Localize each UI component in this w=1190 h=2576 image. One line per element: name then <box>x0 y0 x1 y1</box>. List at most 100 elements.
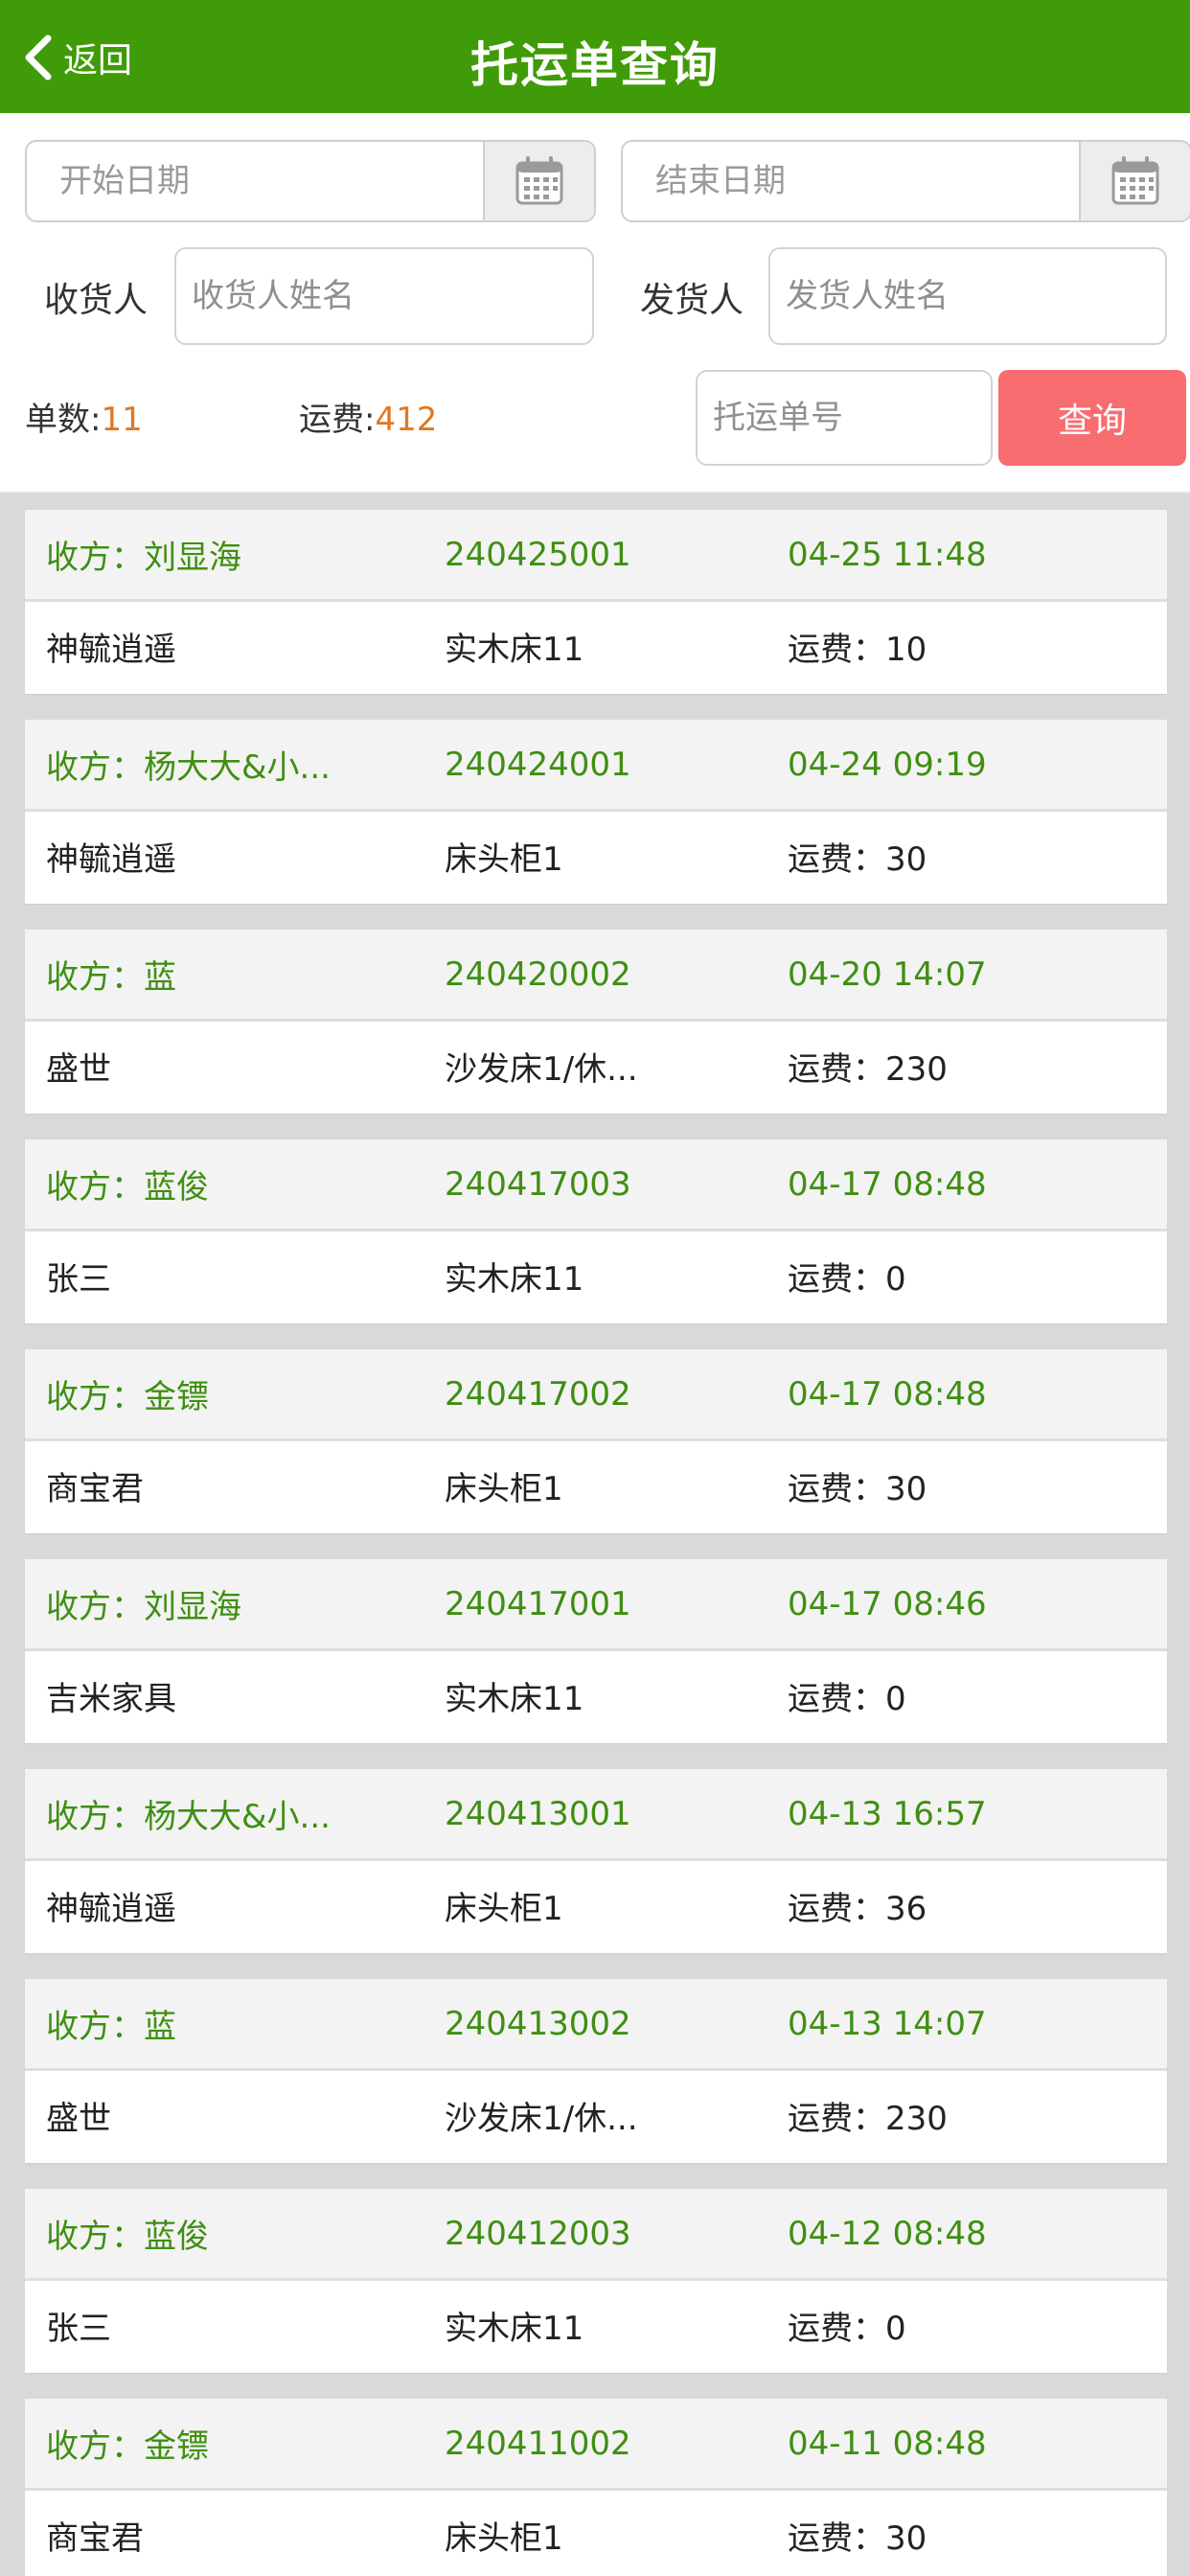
order-card[interactable]: 收方：金镖 240417002 04-17 08:48 商宝君 床头柜1 运费：30 <box>25 1349 1167 1533</box>
order-card[interactable]: 收方：刘显海 240425001 04-25 11:48 神毓逍遥 实木床11 运费：10 <box>25 510 1167 694</box>
order-list: 收方：刘显海 240425001 04-25 11:48 神毓逍遥 实木床11 运费：10… <box>25 510 1167 2576</box>
end-date-picker[interactable] <box>621 140 1190 222</box>
order-card-header: 收方：蓝俊 240412003 04-12 08:48 <box>25 2189 1167 2281</box>
order-card[interactable]: 收方：杨大大&小... 240424001 04-24 09:19 神毓逍遥 床头柜1 运… <box>25 720 1167 904</box>
sender-label: 发货人 <box>640 281 744 320</box>
filter-panel: 收货人 发货人 单数:11 运费:412 查询 <box>0 113 1190 494</box>
freight-fee: 运费：0 <box>788 1680 906 1718</box>
order-card-header: 收方：蓝 240413002 04-13 14:07 <box>25 1979 1167 2071</box>
start-date-input[interactable] <box>27 142 483 220</box>
order-card-header: 收方：刘显海 240425001 04-25 11:48 <box>25 510 1167 602</box>
order-card-body: 张三 实木床11 运费：0 <box>25 1231 1167 1321</box>
page-title: 托运单查询 <box>470 37 720 93</box>
order-number: 240412003 <box>445 2214 631 2253</box>
order-number: 240424001 <box>445 745 631 784</box>
receiver-name: 收方：金镖 <box>46 1378 209 1416</box>
order-card-body: 盛世 沙发床1/休... 运费：230 <box>25 2071 1167 2160</box>
order-time: 04-17 08:48 <box>788 1374 987 1414</box>
sender-name: 张三 <box>46 2310 111 2348</box>
receiver-name: 收方：蓝 <box>46 958 176 997</box>
receiver-name: 收方：蓝俊 <box>46 1168 209 1207</box>
freight-fee: 运费：30 <box>788 2519 927 2558</box>
order-number: 240417002 <box>445 1374 631 1414</box>
receiver-name-input[interactable] <box>174 247 594 345</box>
order-card[interactable]: 收方：蓝俊 240417003 04-17 08:48 张三 实木床11 运费：0 <box>25 1139 1167 1323</box>
order-card[interactable]: 收方：蓝 240420002 04-20 14:07 盛世 沙发床1/休... 运费：23… <box>25 930 1167 1114</box>
order-card-body: 盛世 沙发床1/休... 运费：230 <box>25 1022 1167 1111</box>
sender-name: 吉米家具 <box>46 1680 176 1718</box>
order-number: 240425001 <box>445 535 631 574</box>
order-number: 240413001 <box>445 1794 631 1833</box>
order-card-header: 收方：蓝俊 240417003 04-17 08:48 <box>25 1139 1167 1231</box>
order-number: 240411002 <box>445 2424 631 2463</box>
receiver-name: 收方：杨大大&小... <box>46 1798 331 1836</box>
order-time: 04-25 11:48 <box>788 535 987 574</box>
order-count-value: 11 <box>101 401 143 439</box>
sender-name: 神毓逍遥 <box>46 840 176 879</box>
receiver-label: 收货人 <box>44 281 149 320</box>
freight-fee: 运费：30 <box>788 1470 927 1508</box>
order-card-body: 神毓逍遥 床头柜1 运费：36 <box>25 1861 1167 1950</box>
order-time: 04-20 14:07 <box>788 954 987 994</box>
receiver-name: 收方：金镖 <box>46 2427 209 2466</box>
order-time: 04-17 08:46 <box>788 1584 987 1623</box>
order-card-header: 收方：刘显海 240417001 04-17 08:46 <box>25 1559 1167 1651</box>
total-fee-stat: 运费:412 <box>299 393 437 440</box>
order-count-stat: 单数:11 <box>25 393 143 440</box>
order-time: 04-13 16:57 <box>788 1794 987 1833</box>
order-card[interactable]: 收方：杨大大&小... 240413001 04-13 16:57 神毓逍遥 床头柜1 运… <box>25 1769 1167 1953</box>
order-card-header: 收方：蓝 240420002 04-20 14:07 <box>25 930 1167 1022</box>
order-number: 240417003 <box>445 1164 631 1204</box>
order-card-header: 收方：杨大大&小... 240413001 04-13 16:57 <box>25 1769 1167 1861</box>
sender-name: 商宝君 <box>46 1470 144 1508</box>
end-date-input[interactable] <box>623 142 1079 220</box>
order-time: 04-11 08:48 <box>788 2424 987 2463</box>
freight-fee: 运费：30 <box>788 840 927 879</box>
order-count-label: 单数: <box>25 401 102 439</box>
order-card-body: 神毓逍遥 床头柜1 运费：30 <box>25 812 1167 901</box>
order-card-header: 收方：杨大大&小... 240424001 04-24 09:19 <box>25 720 1167 812</box>
query-button[interactable]: 查询 <box>998 370 1186 466</box>
total-fee-label: 运费: <box>299 401 376 439</box>
receiver-name: 收方：蓝俊 <box>46 2218 209 2256</box>
sender-name: 张三 <box>46 1260 111 1299</box>
goods-name: 沙发床1/休... <box>445 1050 638 1089</box>
sender-name: 神毓逍遥 <box>46 1890 176 1928</box>
goods-name: 床头柜1 <box>445 2519 563 2558</box>
start-date-calendar-button[interactable] <box>483 142 594 220</box>
order-card-header: 收方：金镖 240411002 04-11 08:48 <box>25 2399 1167 2491</box>
order-number-input[interactable] <box>696 370 993 466</box>
order-card-body: 商宝君 床头柜1 运费：30 <box>25 1441 1167 1530</box>
order-card-body: 商宝君 床头柜1 运费：30 <box>25 2491 1167 2576</box>
goods-name: 实木床11 <box>445 2310 584 2348</box>
goods-name: 实木床11 <box>445 631 584 669</box>
order-card-body: 吉米家具 实木床11 运费：0 <box>25 1651 1167 1740</box>
total-fee-value: 412 <box>375 401 438 439</box>
order-card-body: 张三 实木床11 运费：0 <box>25 2281 1167 2370</box>
sender-name: 盛世 <box>46 2100 111 2138</box>
order-time: 04-13 14:07 <box>788 2004 987 2043</box>
receiver-name: 收方：杨大大&小... <box>46 748 331 787</box>
order-time: 04-17 08:48 <box>788 1164 987 1204</box>
goods-name: 床头柜1 <box>445 840 563 879</box>
end-date-calendar-button[interactable] <box>1079 142 1190 220</box>
order-card-body: 神毓逍遥 实木床11 运费：10 <box>25 602 1167 691</box>
sender-name: 神毓逍遥 <box>46 631 176 669</box>
order-number: 240420002 <box>445 954 631 994</box>
receiver-name: 收方：刘显海 <box>46 539 241 577</box>
order-card[interactable]: 收方：蓝 240413002 04-13 14:07 盛世 沙发床1/休... 运费：23… <box>25 1979 1167 2163</box>
sender-name-input[interactable] <box>768 247 1167 345</box>
order-number: 240417001 <box>445 1584 631 1623</box>
order-card[interactable]: 收方：蓝俊 240412003 04-12 08:48 张三 实木床11 运费：0 <box>25 2189 1167 2373</box>
calendar-icon <box>1111 156 1159 205</box>
order-card[interactable]: 收方：刘显海 240417001 04-17 08:46 吉米家具 实木床11 运费：0 <box>25 1559 1167 1743</box>
calendar-icon <box>515 156 563 205</box>
receiver-name: 收方：刘显海 <box>46 1588 241 1626</box>
order-card[interactable]: 收方：金镖 240411002 04-11 08:48 商宝君 床头柜1 运费：30 <box>25 2399 1167 2576</box>
goods-name: 实木床11 <box>445 1680 584 1718</box>
app-header: 返回 托运单查询 <box>0 0 1190 113</box>
start-date-picker[interactable] <box>25 140 596 222</box>
sender-name: 商宝君 <box>46 2519 144 2558</box>
goods-name: 沙发床1/休... <box>445 2100 638 2138</box>
freight-fee: 运费：230 <box>788 1050 948 1089</box>
